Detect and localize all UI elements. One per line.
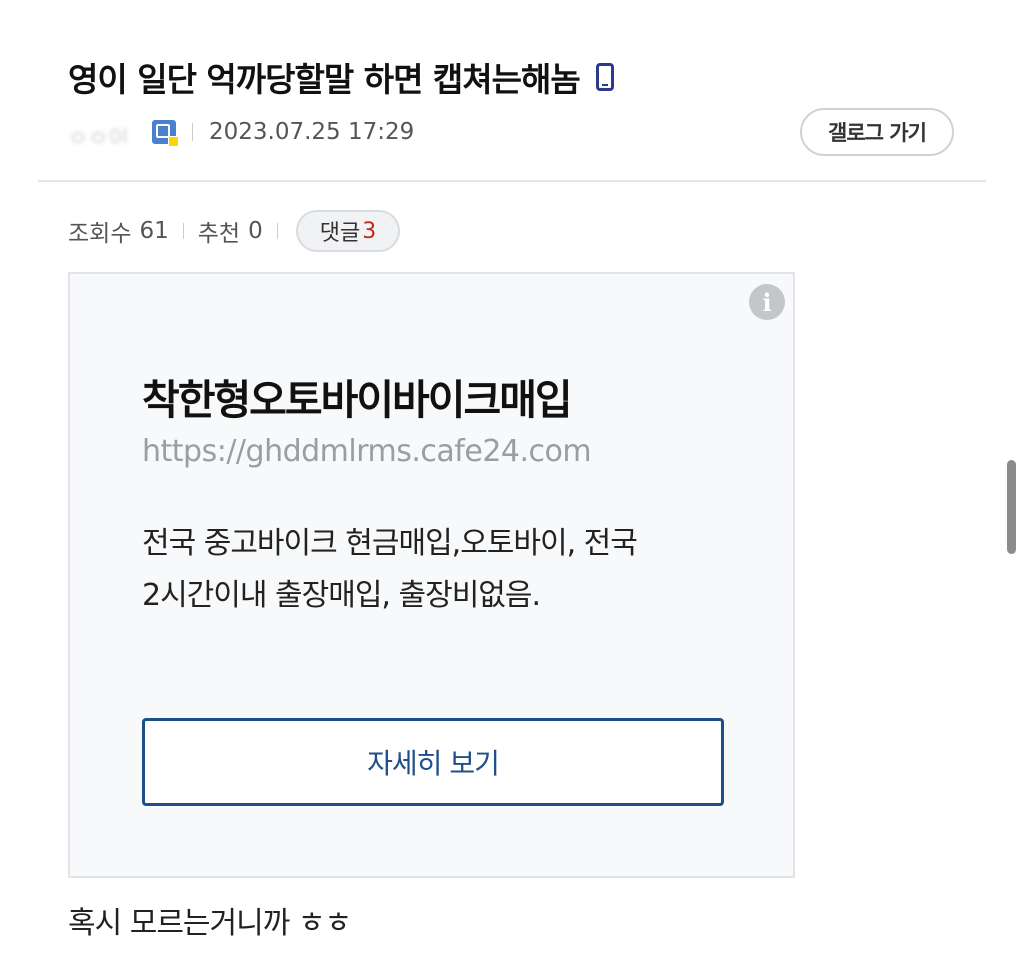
info-icon[interactable]: i [749, 284, 785, 320]
meta-divider [192, 123, 193, 141]
ad-description-line: 전국 중고바이크 현금매입,오토바이, 전국 [142, 526, 638, 561]
ad-detail-button[interactable]: 자세히 보기 [142, 718, 724, 806]
post-meta: ㅇㅇ이 2023.07.25 17:29 [68, 112, 414, 152]
post-body: 혹시 모르는거니까 ㅎㅎ [68, 906, 352, 941]
recommend-count: 0 [248, 218, 263, 244]
author-name[interactable]: ㅇㅇ이 [68, 121, 146, 143]
post-header: 영이 일단 억까당할말 하면 캡쳐는해놈 [68, 52, 614, 102]
mobile-phone-icon [595, 63, 614, 91]
views-label: 조회수 [68, 221, 132, 247]
gallog-button[interactable]: 갤로그 가기 [800, 108, 954, 156]
recommend-label: 추천 [197, 221, 241, 247]
scrollbar-thumb[interactable] [1007, 460, 1016, 554]
header-divider [38, 180, 986, 182]
ad-title[interactable]: 착한형오토바이바이크매입 [142, 366, 573, 426]
views-count: 61 [139, 218, 169, 244]
comments-button[interactable]: 댓글 3 [295, 210, 401, 252]
comments-label: 댓글 [319, 221, 361, 246]
post-date: 2023.07.25 17:29 [209, 119, 415, 145]
stats-divider [182, 223, 184, 239]
ad-description-line: 2시간이내 출장매입, 출장비없음. [142, 578, 541, 613]
comments-count: 3 [362, 218, 377, 244]
post-stats: 조회수 61 추천 0 댓글 3 [68, 208, 401, 254]
stats-divider [276, 223, 278, 239]
nick-badge-icon [152, 120, 179, 147]
post-title: 영이 일단 억까당할말 하면 캡쳐는해놈 [68, 60, 581, 99]
ad-description: 전국 중고바이크 현금매입,오토바이, 전국 2시간이내 출장매입, 출장비없음… [142, 518, 742, 622]
ad-url[interactable]: https://ghddmlrms.cafe24.com [142, 434, 592, 469]
ad-card[interactable]: i 착한형오토바이바이크매입 https://ghddmlrms.cafe24.… [68, 272, 795, 878]
